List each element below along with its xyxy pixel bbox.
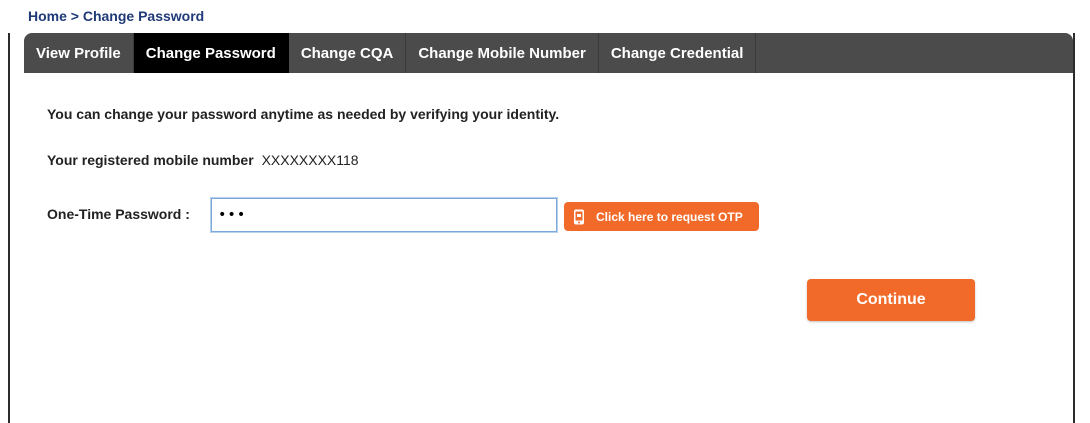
tab-bar-filler [756,33,1073,73]
page: Home > Change Password View Profile Chan… [0,0,1090,423]
breadcrumb[interactable]: Home > Change Password [28,8,204,24]
registered-mobile-line: Your registered mobile number XXXXXXXX11… [47,152,359,168]
otp-label: One-Time Password : [47,206,190,222]
tab-change-mobile-number[interactable]: Change Mobile Number [406,33,599,73]
tab-change-credential[interactable]: Change Credential [599,33,757,73]
tab-change-cqa[interactable]: Change CQA [289,33,407,73]
phone-icon [572,209,586,225]
tab-view-profile[interactable]: View Profile [24,33,134,73]
otp-input[interactable] [210,197,558,233]
request-otp-label: Click here to request OTP [596,209,743,224]
intro-text: You can change your password anytime as … [47,106,560,122]
mobile-value: XXXXXXXX118 [261,152,359,168]
tab-change-password[interactable]: Change Password [133,33,289,73]
request-otp-button[interactable]: Click here to request OTP [564,202,759,231]
mobile-label: Your registered mobile number [47,152,254,168]
continue-button[interactable]: Continue [807,279,975,321]
tab-bar: View Profile Change Password Change CQA … [24,33,1073,73]
